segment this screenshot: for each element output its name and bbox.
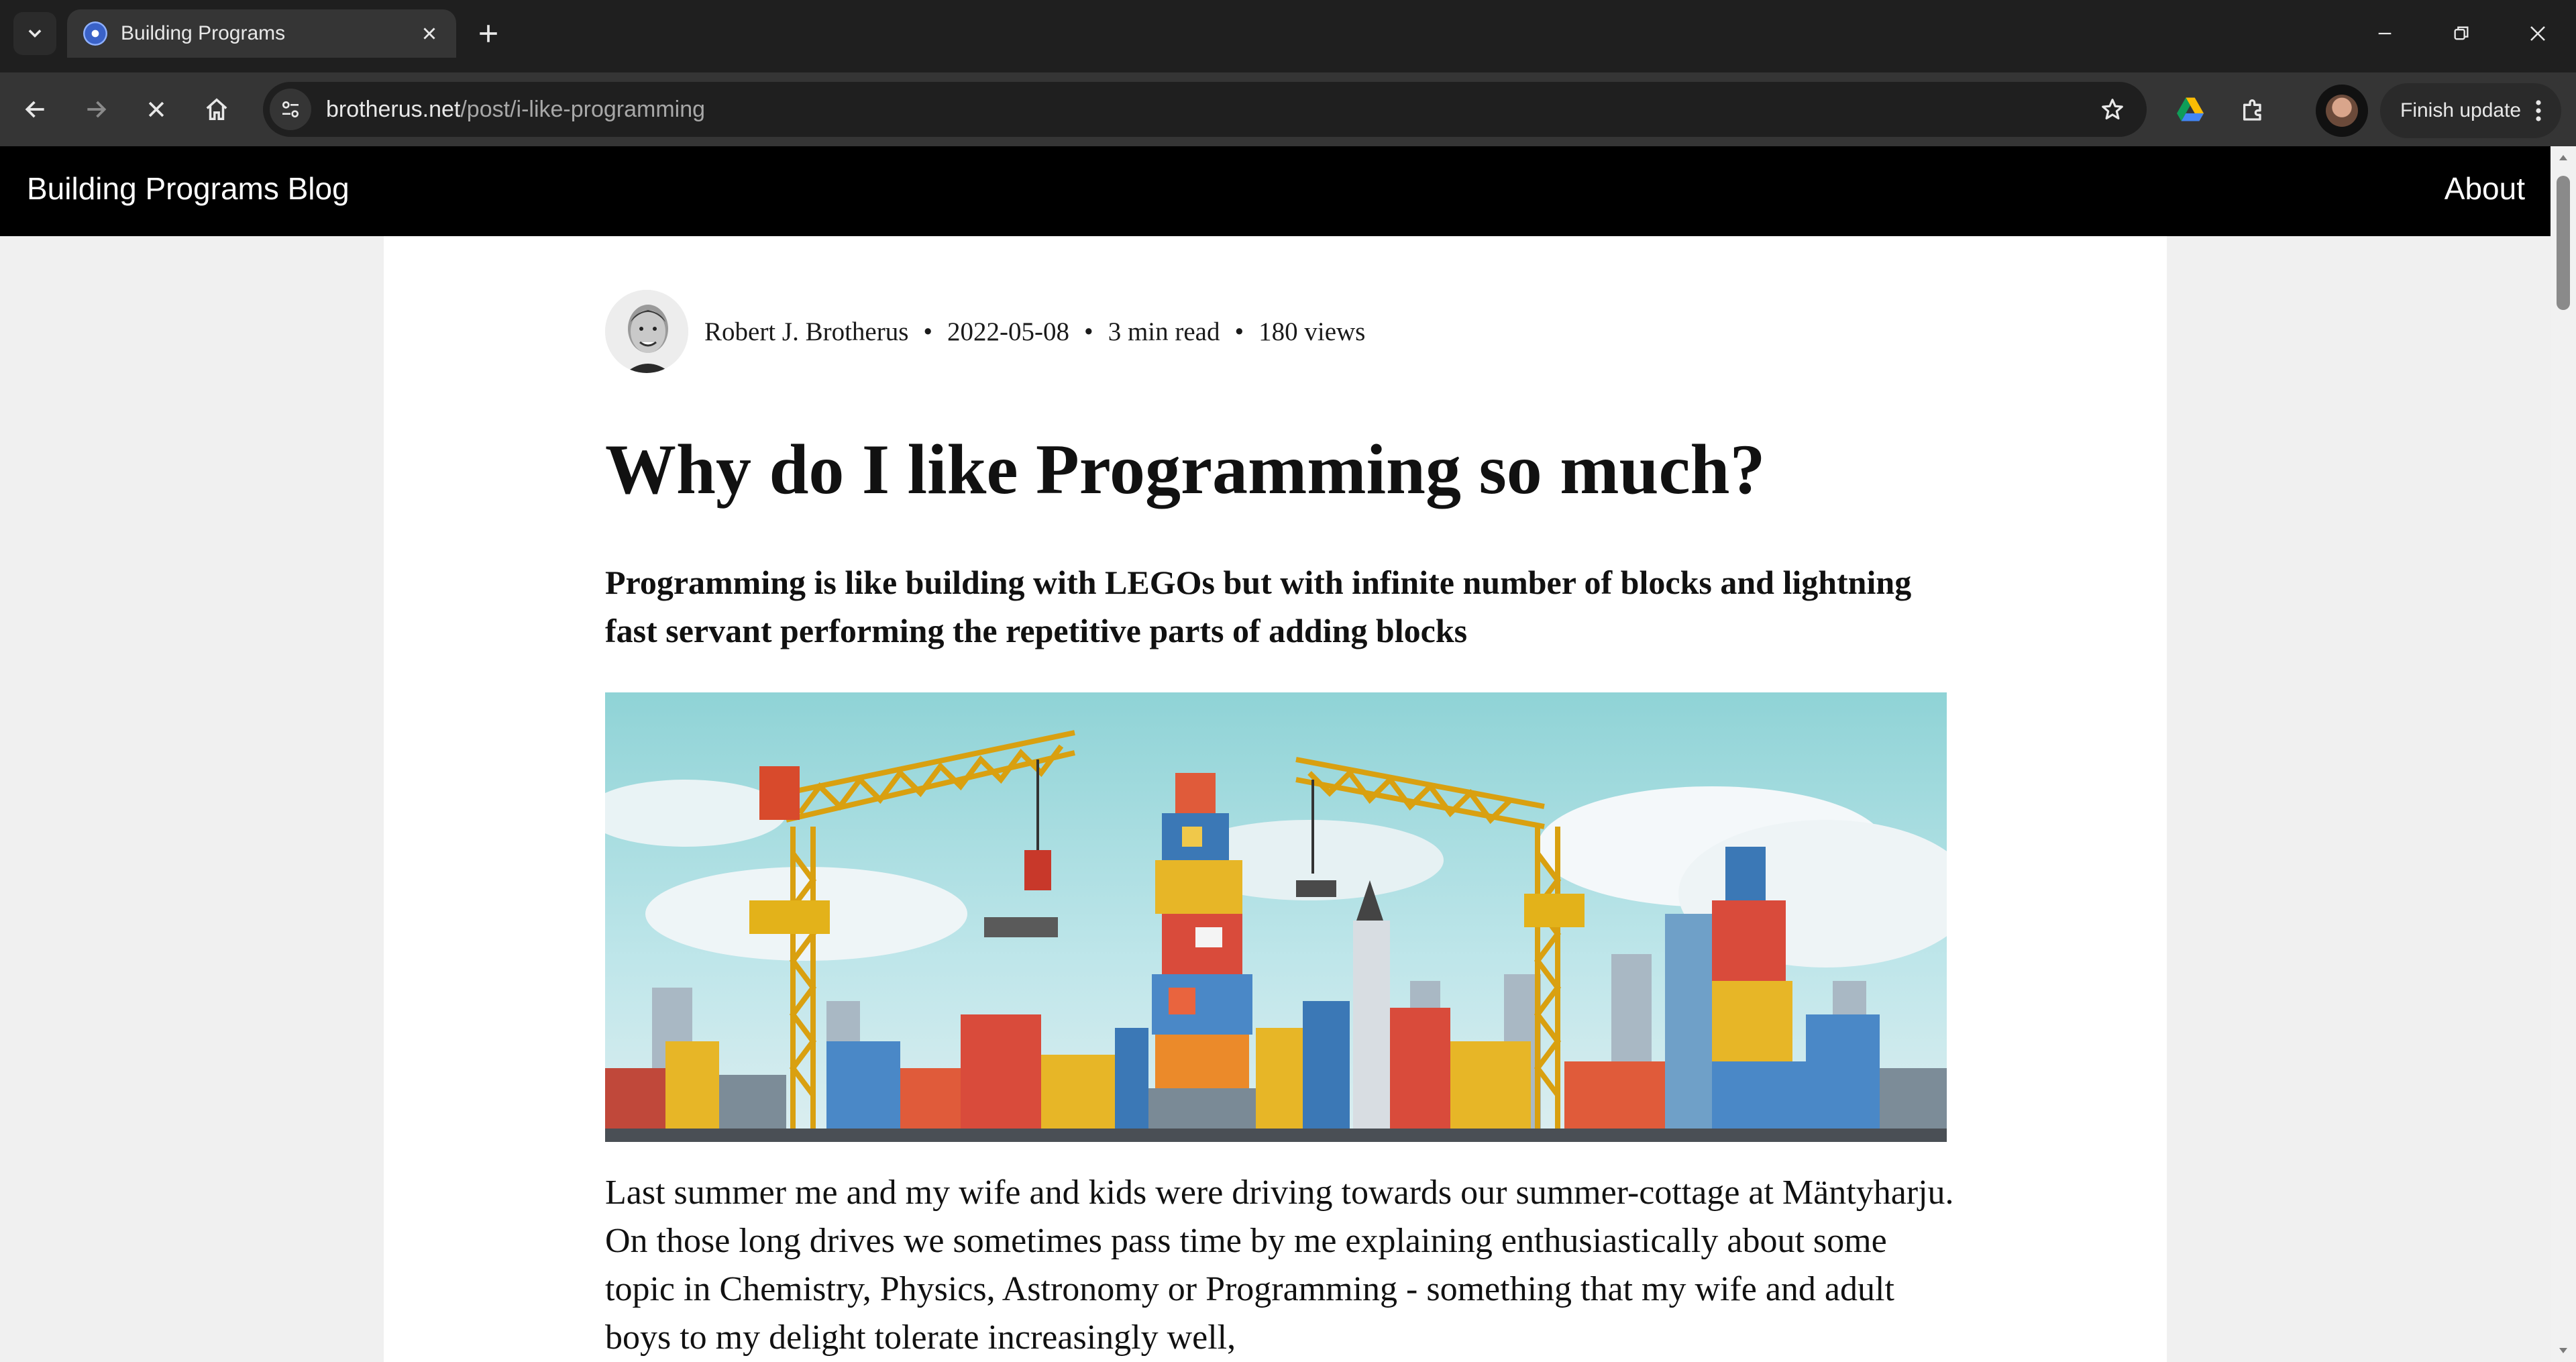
back-icon xyxy=(25,101,44,118)
nav-about-link[interactable]: About xyxy=(2445,170,2525,207)
scroll-up-arrow-icon[interactable] xyxy=(2556,150,2571,165)
plus-icon xyxy=(480,25,497,42)
avatar xyxy=(2326,95,2358,127)
tab-title: Building Programs xyxy=(121,22,286,44)
post-body-paragraph: Last summer me and my wife and kids were… xyxy=(605,1173,1954,1357)
back-button[interactable] xyxy=(12,86,59,133)
finish-update-label: Finish update xyxy=(2400,99,2522,121)
chevron-down-icon xyxy=(28,30,42,38)
url-host: brotherus.net xyxy=(326,96,461,122)
profile-avatar-button[interactable] xyxy=(2316,85,2368,137)
author-avatar[interactable] xyxy=(605,290,688,373)
url-path: /post/i-like-programming xyxy=(460,96,706,122)
scroll-down-arrow-icon[interactable] xyxy=(2556,1343,2571,1358)
page-scrollbar[interactable] xyxy=(2551,146,2576,1362)
restore-icon xyxy=(2454,26,2469,40)
meta-separator: • xyxy=(1234,317,1244,346)
stop-loading-icon xyxy=(148,101,164,117)
article: Robert J. Brotherus • 2022-05-08 • 3 min… xyxy=(384,236,2167,1362)
extensions-button[interactable] xyxy=(2230,86,2277,133)
hero-image-lego-city-cranes xyxy=(605,692,1947,1142)
author-name[interactable]: Robert J. Brotherus xyxy=(704,317,908,347)
minimize-button[interactable] xyxy=(2347,0,2423,67)
tab-search-button[interactable] xyxy=(13,12,56,55)
stop-loading-button[interactable] xyxy=(133,86,180,133)
browser-tab-strip: Building Programs xyxy=(0,0,2576,72)
site-header: Building Programs Blog About xyxy=(0,146,2551,236)
address-bar[interactable]: brotherus.net/post/i-like-programming xyxy=(263,82,2147,137)
home-button[interactable] xyxy=(193,86,240,133)
window-close-button[interactable] xyxy=(2500,0,2576,67)
google-drive-extension-button[interactable] xyxy=(2167,86,2214,133)
new-tab-button[interactable] xyxy=(470,15,507,52)
site-favicon xyxy=(83,21,107,46)
page-viewport: Building Programs Blog About Robert J. B… xyxy=(0,146,2551,1362)
tab-close-button[interactable] xyxy=(416,20,443,47)
site-title-link[interactable]: Building Programs Blog xyxy=(27,170,350,207)
post-title: Why do I like Programming so much? xyxy=(605,430,1766,509)
google-drive-icon xyxy=(2177,97,2204,121)
read-time: 3 min read xyxy=(1108,317,1220,346)
post-date: 2022-05-08 xyxy=(947,317,1070,346)
browser-toolbar: brotherus.net/post/i-like-programming xyxy=(0,72,2576,146)
site-info-button[interactable] xyxy=(270,89,311,130)
meta-separator: • xyxy=(1084,317,1093,346)
extensions-icon xyxy=(2243,99,2261,121)
home-icon xyxy=(206,98,227,120)
bookmark-button[interactable] xyxy=(2092,89,2133,130)
more-menu-icon[interactable] xyxy=(2525,99,2552,123)
close-icon xyxy=(2530,26,2545,41)
bookmark-star-icon xyxy=(2102,99,2123,120)
site-info-icon xyxy=(282,101,299,117)
close-icon xyxy=(423,28,435,40)
forward-button[interactable] xyxy=(72,86,119,133)
author-portrait-icon xyxy=(605,290,688,373)
meta-separator: • xyxy=(923,317,933,346)
view-count: 180 views xyxy=(1258,317,1366,346)
finish-update-button[interactable]: Finish update xyxy=(2380,83,2561,138)
forward-icon xyxy=(87,101,107,118)
post-subtitle: Programming is like building with LEGOs … xyxy=(605,564,1912,649)
minimize-icon xyxy=(2378,32,2392,35)
url-text[interactable]: brotherus.net/post/i-like-programming xyxy=(326,97,2092,123)
post-meta: Robert J. Brotherus • 2022-05-08 • 3 min… xyxy=(605,290,1365,373)
restore-button[interactable] xyxy=(2423,0,2500,67)
active-tab[interactable]: Building Programs xyxy=(67,9,456,58)
scrollbar-thumb[interactable] xyxy=(2557,176,2570,310)
